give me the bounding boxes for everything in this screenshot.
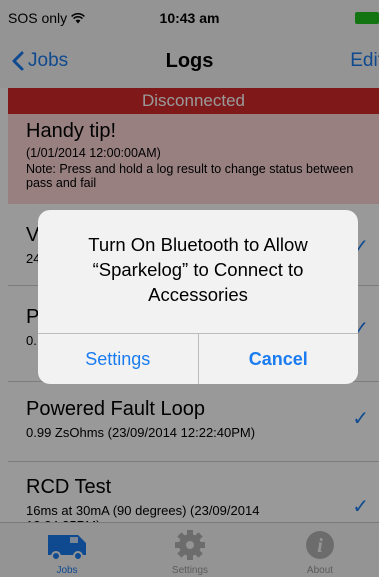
- screen: SOS only 10:43 am Jobs Logs Edit Disconn…: [0, 0, 379, 577]
- alert-message: Turn On Bluetooth to Allow “Sparkelog” t…: [88, 234, 308, 305]
- cancel-button[interactable]: Cancel: [197, 334, 359, 384]
- alert-actions: Settings Cancel: [38, 333, 358, 384]
- bluetooth-alert: Turn On Bluetooth to Allow “Sparkelog” t…: [38, 210, 358, 384]
- settings-button[interactable]: Settings: [38, 334, 198, 384]
